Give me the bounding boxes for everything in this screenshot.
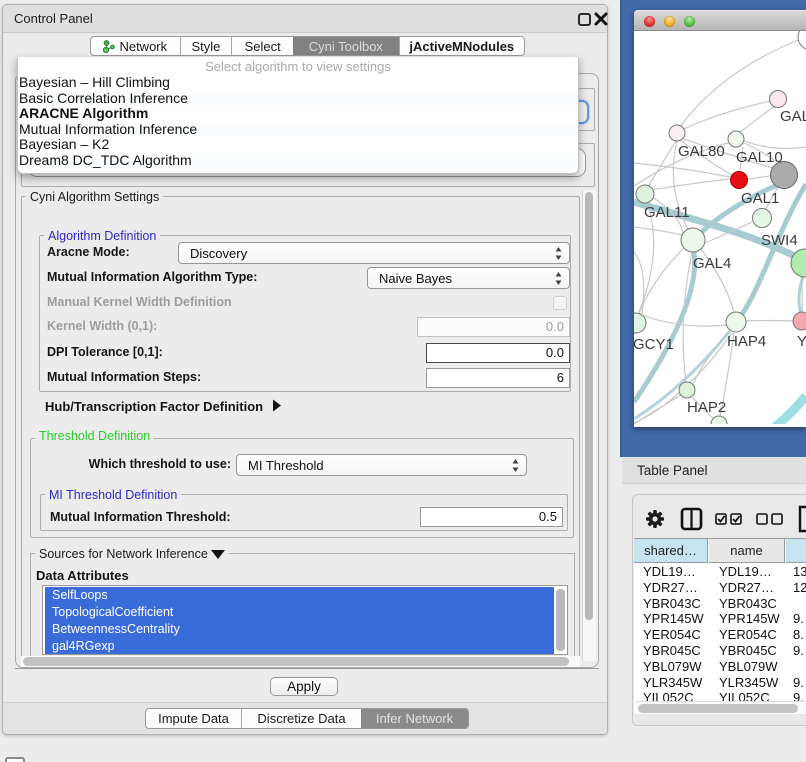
svg-text:GCY1: GCY1	[634, 336, 674, 353]
svg-text:Y: Y	[797, 333, 806, 350]
svg-text:GAL11: GAL11	[644, 204, 690, 221]
svg-text:GAL1: GAL1	[741, 190, 779, 207]
svg-text:GAL2: GAL2	[780, 108, 806, 125]
svg-text:HAP4: HAP4	[727, 333, 766, 350]
svg-text:GAL4: GAL4	[693, 255, 731, 272]
svg-text:HAP2: HAP2	[687, 399, 726, 416]
svg-text:SWI4: SWI4	[761, 232, 798, 249]
svg-text:GAL10: GAL10	[736, 149, 783, 166]
svg-text:GAL80: GAL80	[678, 143, 725, 160]
